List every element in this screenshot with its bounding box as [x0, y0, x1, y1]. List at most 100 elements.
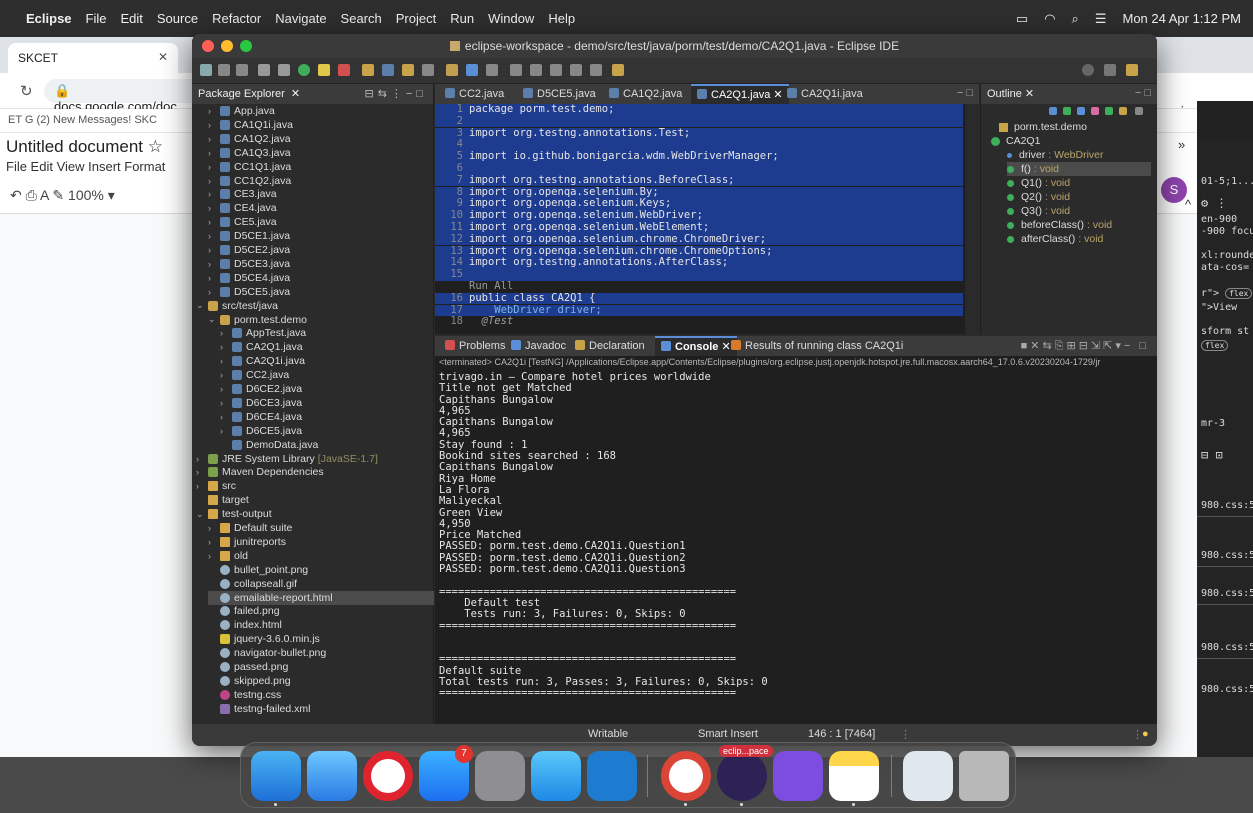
- forward-icon[interactable]: [570, 64, 582, 76]
- chevron-right-icon[interactable]: ›: [208, 162, 220, 172]
- chrome-tab[interactable]: SKCET ✕: [8, 43, 178, 73]
- chevron-right-icon[interactable]: ›: [208, 245, 220, 255]
- tree-item[interactable]: › D6CE2.java: [220, 382, 434, 396]
- pin-icon[interactable]: [590, 64, 602, 76]
- coverage-icon[interactable]: [318, 64, 330, 76]
- github-desktop-icon[interactable]: [773, 751, 823, 801]
- undo-icon[interactable]: ↶: [10, 187, 22, 203]
- chevron-right-icon[interactable]: ›: [220, 412, 232, 422]
- code-line[interactable]: 6: [435, 162, 963, 175]
- tree-item[interactable]: emailable-report.html: [208, 590, 434, 605]
- print-icon[interactable]: ⎙: [26, 187, 37, 203]
- devtools-icons[interactable]: ⊟ ⊡: [1201, 448, 1223, 462]
- save-icon[interactable]: [218, 64, 230, 76]
- tree-item[interactable]: › Default suite: [208, 521, 434, 535]
- debug-icon[interactable]: [278, 64, 290, 76]
- code-line[interactable]: 12 import org.openqa.selenium.chrome.Chro…: [435, 233, 963, 246]
- tree-item[interactable]: › CC1Q2.java: [208, 174, 434, 188]
- notes-icon[interactable]: [829, 751, 879, 801]
- trash-icon[interactable]: [959, 751, 1009, 801]
- chevron-right-icon[interactable]: ›: [220, 426, 232, 436]
- outline-item[interactable]: Q2() : void: [1007, 190, 1151, 204]
- status-cursor-position[interactable]: 146 : 1 [7464]: [808, 728, 875, 740]
- console-output[interactable]: trivago.in – Compare hotel prices worldw…: [439, 371, 1149, 700]
- tree-item[interactable]: › D6CE3.java: [220, 396, 434, 410]
- close-icon[interactable]: ✕: [158, 50, 168, 64]
- code-line[interactable]: 14 import org.testng.annotations.AfterCla…: [435, 257, 963, 269]
- code-line[interactable]: 17 WebDriver driver;: [435, 304, 963, 317]
- chevron-right-icon[interactable]: ›: [220, 356, 232, 366]
- spotlight-icon[interactable]: ⌕: [1072, 11, 1079, 27]
- opera-icon[interactable]: [363, 751, 413, 801]
- chevron-right-icon[interactable]: ›: [208, 217, 220, 227]
- search-icon[interactable]: [422, 64, 434, 76]
- console-tab[interactable]: Problems: [439, 336, 511, 356]
- chevron-right-icon[interactable]: ›: [220, 384, 232, 394]
- new-java-project-icon[interactable]: [362, 64, 374, 76]
- chevron-right-icon[interactable]: ›: [220, 328, 232, 338]
- view-menu-icon[interactable]: [1135, 107, 1143, 115]
- tree-item[interactable]: collapseall.gif: [208, 577, 434, 591]
- tree-item[interactable]: › CC2.java: [220, 368, 434, 382]
- hide-nonpublic-icon[interactable]: [1105, 107, 1113, 115]
- console-tab[interactable]: Declaration: [569, 336, 651, 356]
- outline-item[interactable]: f() : void: [1007, 162, 1151, 176]
- perspective-icon[interactable]: [1104, 64, 1116, 76]
- prev-annotation-icon[interactable]: [530, 64, 542, 76]
- vscode-icon[interactable]: [587, 751, 637, 801]
- code-line[interactable]: 7 import org.testng.annotations.BeforeCla…: [435, 174, 963, 187]
- outline-item[interactable]: driver : WebDriver: [1007, 148, 1151, 162]
- outline-item[interactable]: afterClass() : void: [1007, 232, 1151, 246]
- chevron-right-icon[interactable]: ›: [196, 454, 208, 464]
- chevron-right-icon[interactable]: ›: [208, 189, 220, 199]
- code-line[interactable]: 1 package porm.test.demo;: [435, 103, 963, 116]
- java-perspective-icon[interactable]: [1126, 64, 1138, 76]
- sort-icon[interactable]: [1063, 107, 1071, 115]
- tree-item[interactable]: bullet_point.png: [208, 563, 434, 577]
- battery-icon[interactable]: ▭: [1016, 11, 1028, 27]
- control-center-icon[interactable]: ☰: [1095, 11, 1107, 27]
- tree-item[interactable]: › JRE System Library [JavaSE-1.7]: [196, 452, 434, 466]
- outline-view-controls[interactable]: − □: [1135, 87, 1151, 99]
- console-tab[interactable]: Results of running class CA2Q1i: [725, 336, 909, 356]
- chevron-right-icon[interactable]: ›: [196, 481, 208, 491]
- new-icon[interactable]: [200, 64, 212, 76]
- status-more-icon[interactable]: ⋮: [900, 728, 911, 741]
- safari-icon[interactable]: [531, 751, 581, 801]
- tree-item[interactable]: failed.png: [208, 604, 434, 618]
- paint-format-icon[interactable]: ✎: [52, 187, 64, 203]
- outline-item[interactable]: CA2Q1: [991, 134, 1151, 148]
- code-line[interactable]: 13 import org.openqa.selenium.chrome.Chro…: [435, 245, 963, 258]
- tree-item[interactable]: › D5CE1.java: [208, 229, 434, 243]
- tree-item[interactable]: › AppTest.java: [220, 326, 434, 340]
- chevron-up-icon[interactable]: ^: [1185, 197, 1191, 212]
- chevron-down-icon[interactable]: ⌄: [208, 314, 220, 325]
- doc-menu[interactable]: File Edit View Insert Format: [6, 159, 165, 174]
- flex-badge[interactable]: flex: [1201, 340, 1229, 351]
- tree-item[interactable]: passed.png: [208, 660, 434, 674]
- tree-item[interactable]: › Maven Dependencies: [196, 465, 434, 479]
- console-view-controls[interactable]: ■✕⇆⎘⊞⊟⇲⇱▾− □: [1021, 339, 1149, 353]
- flex-badge[interactable]: flex: [1225, 288, 1253, 299]
- tree-item[interactable]: jquery-3.6.0.min.js: [208, 632, 434, 646]
- finder-icon[interactable]: [251, 751, 301, 801]
- editor-tab[interactable]: CA2Q1i.java: [781, 84, 869, 104]
- menu-navigate[interactable]: Navigate: [275, 11, 326, 26]
- chevron-down-icon[interactable]: ⌄: [196, 509, 208, 520]
- tree-item[interactable]: › D5CE4.java: [208, 271, 434, 285]
- chevron-right-icon[interactable]: ›: [208, 176, 220, 186]
- code-line[interactable]: 15: [435, 269, 963, 281]
- tree-item[interactable]: ⌄ test-output: [196, 507, 434, 521]
- tree-item[interactable]: › CA1Q1i.java: [208, 118, 434, 132]
- menu-refactor[interactable]: Refactor: [212, 11, 261, 26]
- tree-item[interactable]: › D5CE5.java: [208, 285, 434, 299]
- editor-scrollbar[interactable]: [965, 104, 979, 334]
- outline-item[interactable]: Q3() : void: [1007, 204, 1151, 218]
- search-icon[interactable]: [1082, 64, 1094, 76]
- code-line[interactable]: Run All: [435, 280, 963, 293]
- url-input[interactable]: 🔒 docs.google.com/doc: [44, 79, 204, 114]
- new-class-icon[interactable]: [382, 64, 394, 76]
- code-line[interactable]: 16 public class CA2Q1 {: [435, 292, 963, 305]
- chevron-right-icon[interactable]: ›: [220, 342, 232, 352]
- chevron-right-icon[interactable]: ›: [208, 231, 220, 241]
